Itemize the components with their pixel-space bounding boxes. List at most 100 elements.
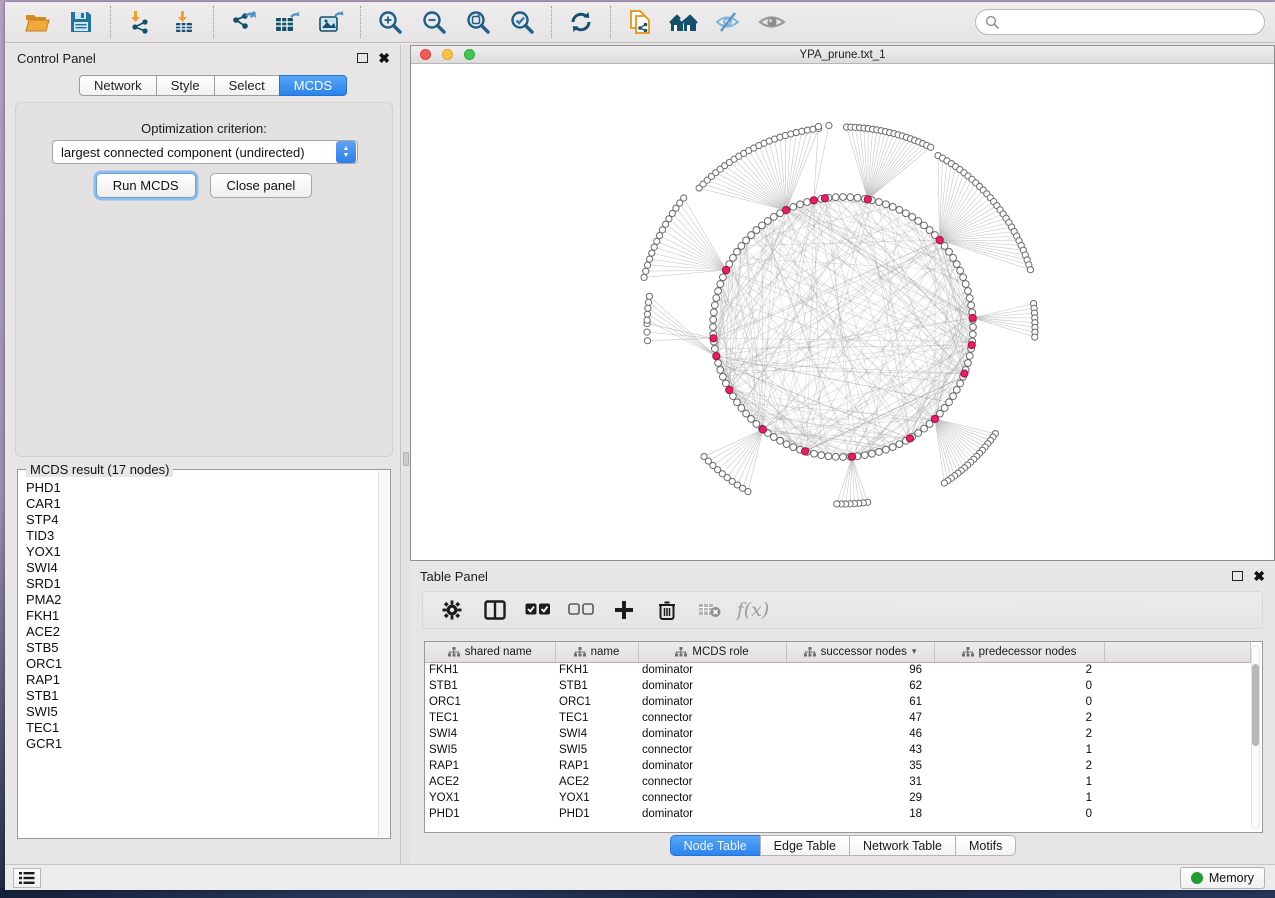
result-node[interactable]: GCR1 bbox=[26, 736, 378, 752]
toolbar-separator bbox=[213, 6, 214, 38]
tab-style[interactable]: Style bbox=[156, 75, 215, 96]
close-panel-icon[interactable]: ✖ bbox=[378, 53, 390, 63]
network-canvas[interactable] bbox=[411, 65, 1274, 560]
result-node[interactable]: ORC1 bbox=[26, 656, 378, 672]
zoom-selected-icon[interactable] bbox=[500, 5, 544, 39]
result-node[interactable]: SWI5 bbox=[26, 704, 378, 720]
tab-node-table[interactable]: Node Table bbox=[670, 835, 761, 856]
result-node[interactable]: ACE2 bbox=[26, 624, 378, 640]
zoom-fit-icon[interactable] bbox=[456, 5, 500, 39]
table-row[interactable]: FKH1FKH1dominator962 bbox=[425, 662, 1250, 678]
open-session-icon[interactable] bbox=[15, 5, 59, 39]
search-icon bbox=[985, 15, 1000, 30]
result-node[interactable]: YOX1 bbox=[26, 544, 378, 560]
search-field[interactable] bbox=[975, 9, 1265, 35]
column-header[interactable]: name bbox=[555, 642, 638, 662]
column-header[interactable]: predecessor nodes bbox=[934, 642, 1104, 662]
main-toolbar bbox=[5, 2, 1275, 43]
memory-button[interactable]: Memory bbox=[1180, 867, 1265, 889]
tab-mcds[interactable]: MCDS bbox=[279, 75, 347, 96]
show-all-icon[interactable] bbox=[750, 5, 794, 39]
control-panel-title: Control Panel bbox=[17, 51, 96, 66]
criterion-value: largest connected component (undirected) bbox=[53, 145, 336, 160]
tab-network[interactable]: Network bbox=[79, 75, 157, 96]
save-session-icon[interactable] bbox=[59, 5, 103, 39]
result-node[interactable]: RAP1 bbox=[26, 672, 378, 688]
delete-table-icon[interactable] bbox=[693, 595, 727, 625]
table-row[interactable]: ACE2ACE2connector311 bbox=[425, 774, 1250, 790]
select-all-checkboxes-icon[interactable] bbox=[521, 595, 555, 625]
float-panel-icon[interactable] bbox=[357, 53, 368, 63]
search-input[interactable] bbox=[1000, 15, 1264, 29]
table-row[interactable]: STB1STB1dominator620 bbox=[425, 678, 1250, 694]
show-columns-icon[interactable] bbox=[478, 595, 512, 625]
table-row[interactable]: PHD1PHD1dominator180 bbox=[425, 806, 1250, 822]
table-toolbar: f(x) bbox=[422, 591, 1263, 629]
close-table-panel-icon[interactable]: ✖ bbox=[1253, 571, 1265, 581]
dropdown-stepper-icon: ▲▼ bbox=[336, 141, 356, 163]
result-node[interactable]: TEC1 bbox=[26, 720, 378, 736]
hide-selected-icon[interactable] bbox=[706, 5, 750, 39]
task-history-button[interactable] bbox=[13, 868, 41, 888]
task-list-icon bbox=[19, 872, 35, 884]
tab-select[interactable]: Select bbox=[214, 75, 280, 96]
copy-network-view-icon[interactable] bbox=[618, 5, 662, 39]
node-table: shared namenameMCDS rolesuccessor nodes▾… bbox=[424, 641, 1263, 833]
zoom-in-icon[interactable] bbox=[368, 5, 412, 39]
cytoscape-window: Control Panel ✖ NetworkStyleSelectMCDS O… bbox=[5, 2, 1275, 890]
delete-columns-icon[interactable] bbox=[650, 595, 684, 625]
table-scrollbar[interactable] bbox=[1251, 645, 1260, 829]
export-network-icon[interactable] bbox=[221, 5, 265, 39]
refresh-view-icon[interactable] bbox=[559, 5, 603, 39]
table-row[interactable]: RAP1RAP1dominator352 bbox=[425, 758, 1250, 774]
result-node[interactable]: SWI4 bbox=[26, 560, 378, 576]
table-options-gear-icon[interactable] bbox=[435, 595, 469, 625]
result-node[interactable]: SRD1 bbox=[26, 576, 378, 592]
toolbar-separator bbox=[610, 6, 611, 38]
import-network-icon[interactable] bbox=[118, 5, 162, 39]
float-table-panel-icon[interactable] bbox=[1232, 571, 1243, 581]
result-node[interactable]: CAR1 bbox=[26, 496, 378, 512]
toolbar-separator bbox=[110, 6, 111, 38]
zoom-out-icon[interactable] bbox=[412, 5, 456, 39]
result-node[interactable]: STB1 bbox=[26, 688, 378, 704]
network-view-window: YPA_prune.txt_1 bbox=[410, 45, 1275, 561]
deselect-all-checkboxes-icon[interactable] bbox=[564, 595, 598, 625]
run-mcds-button[interactable]: Run MCDS bbox=[96, 173, 196, 198]
export-image-icon[interactable] bbox=[309, 5, 353, 39]
status-bar: Memory bbox=[5, 864, 1275, 890]
network-window-titlebar[interactable]: YPA_prune.txt_1 bbox=[411, 46, 1274, 64]
first-neighbors-icon[interactable] bbox=[662, 5, 706, 39]
mcds-result-list[interactable]: PHD1CAR1STP4TID3YOX1SWI4SRD1PMA2FKH1ACE2… bbox=[18, 474, 378, 836]
result-node[interactable]: STP4 bbox=[26, 512, 378, 528]
add-column-icon[interactable] bbox=[607, 595, 641, 625]
result-node[interactable]: PMA2 bbox=[26, 592, 378, 608]
column-header[interactable]: shared name bbox=[425, 642, 555, 662]
import-table-icon[interactable] bbox=[162, 5, 206, 39]
table-row[interactable]: TEC1TEC1connector472 bbox=[425, 710, 1250, 726]
tab-motifs[interactable]: Motifs bbox=[955, 835, 1016, 856]
tab-network-table[interactable]: Network Table bbox=[849, 835, 956, 856]
table-row[interactable]: YOX1YOX1connector291 bbox=[425, 790, 1250, 806]
result-node[interactable]: PHD1 bbox=[26, 480, 378, 496]
splitter-handle[interactable] bbox=[403, 452, 409, 466]
export-table-icon[interactable] bbox=[265, 5, 309, 39]
result-node[interactable]: STB5 bbox=[26, 640, 378, 656]
table-row[interactable]: SWI4SWI4dominator462 bbox=[425, 726, 1250, 742]
result-node[interactable]: FKH1 bbox=[26, 608, 378, 624]
column-header[interactable]: successor nodes▾ bbox=[786, 642, 934, 662]
table-row[interactable]: ORC1ORC1dominator610 bbox=[425, 694, 1250, 710]
control-panel: Control Panel ✖ NetworkStyleSelectMCDS O… bbox=[7, 45, 401, 864]
toolbar-separator bbox=[360, 6, 361, 38]
result-scrollbar[interactable] bbox=[378, 471, 389, 837]
tab-edge-table[interactable]: Edge Table bbox=[760, 835, 850, 856]
column-header[interactable]: MCDS role bbox=[638, 642, 786, 662]
close-panel-button[interactable]: Close panel bbox=[210, 173, 313, 198]
result-node[interactable]: TID3 bbox=[26, 528, 378, 544]
fx-label: f(x) bbox=[737, 599, 770, 621]
criterion-dropdown[interactable]: largest connected component (undirected)… bbox=[52, 140, 358, 164]
panel-splitter[interactable] bbox=[402, 45, 410, 864]
table-scrollbar-thumb[interactable] bbox=[1252, 664, 1259, 746]
table-row[interactable]: SWI5SWI5connector431 bbox=[425, 742, 1250, 758]
function-builder-icon[interactable]: f(x) bbox=[736, 595, 770, 625]
